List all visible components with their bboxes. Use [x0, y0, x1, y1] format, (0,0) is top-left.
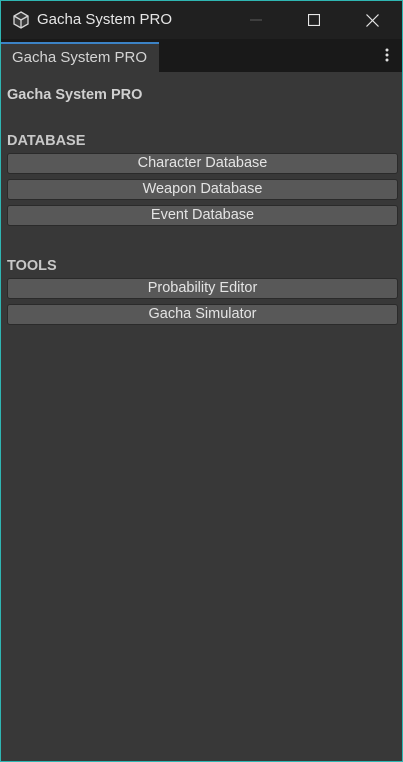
- title-bar[interactable]: Gacha System PRO: [1, 1, 402, 39]
- section-label-tools: TOOLS: [7, 258, 57, 274]
- gacha-simulator-button[interactable]: Gacha Simulator: [7, 304, 398, 325]
- probability-editor-button[interactable]: Probability Editor: [7, 278, 398, 299]
- window-title: Gacha System PRO: [37, 11, 173, 28]
- panel-heading: Gacha System PRO: [7, 87, 143, 103]
- unity-cube-icon: [12, 11, 30, 29]
- tab-gacha-system-pro[interactable]: Gacha System PRO: [1, 42, 159, 72]
- panel-content: Gacha System PRO DATABASE Character Data…: [1, 72, 402, 761]
- section-label-database: DATABASE: [7, 133, 86, 149]
- maximize-icon: [308, 14, 320, 26]
- minimize-button[interactable]: [227, 1, 285, 39]
- weapon-database-button[interactable]: Weapon Database: [7, 179, 398, 200]
- kebab-menu-icon[interactable]: [377, 44, 397, 66]
- maximize-button[interactable]: [285, 1, 343, 39]
- editor-window: Gacha System PRO Gacha System PRO Gacha …: [0, 0, 403, 762]
- event-database-button[interactable]: Event Database: [7, 205, 398, 226]
- minimize-icon: [250, 19, 262, 21]
- character-database-button[interactable]: Character Database: [7, 153, 398, 174]
- tab-bar: Gacha System PRO: [1, 39, 402, 72]
- close-icon: [365, 13, 379, 27]
- close-button[interactable]: [343, 1, 401, 39]
